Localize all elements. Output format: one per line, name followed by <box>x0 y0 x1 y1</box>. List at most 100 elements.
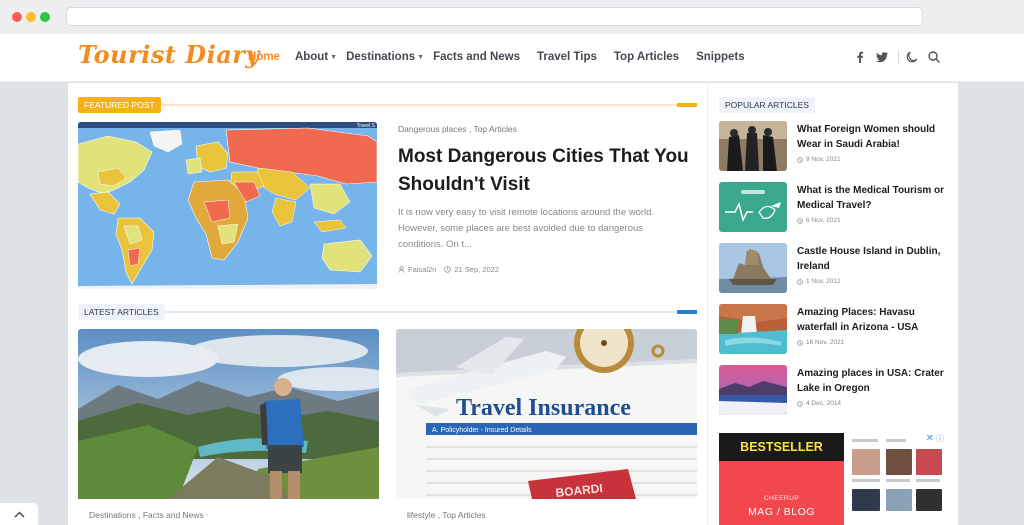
sidebar-advertisement[interactable]: BESTSELLER CHEERUP MAG / BLOG ⓘ ✕ <box>719 433 946 525</box>
popular-article-date-text: 16 Nov, 2021 <box>806 339 845 346</box>
site-logo[interactable]: Tourist Diary <box>78 40 260 69</box>
close-window-icon[interactable] <box>12 12 22 22</box>
clock-icon <box>797 400 803 407</box>
mountain-hiker-photo <box>78 329 379 499</box>
svg-text:A. Policyholder - Insured Deta: A. Policyholder - Insured Details <box>432 427 532 434</box>
ad-preview-photo <box>916 489 942 511</box>
popular-article-date-text: 6 Nov, 2021 <box>806 217 841 224</box>
ad-left-panel: BESTSELLER CHEERUP MAG / BLOG <box>719 433 844 525</box>
article-card-image[interactable] <box>78 329 379 499</box>
popular-article-thumbnail[interactable] <box>719 304 787 354</box>
ad-brand: CHEERUP <box>763 495 800 502</box>
svg-text:Travel.S: Travel.S <box>357 123 376 129</box>
popular-article-date: 6 Nov, 2021 <box>797 217 841 224</box>
popular-article-thumbnail[interactable] <box>719 243 787 293</box>
popular-article-date: 4 Dec, 2014 <box>797 400 841 407</box>
section-label: POPULAR ARTICLES <box>719 97 815 113</box>
clock-icon <box>797 217 803 224</box>
featured-post-image[interactable]: Travel.S <box>78 122 377 289</box>
article-card-tags[interactable]: Destinations , Facts and News <box>89 510 204 520</box>
popular-article-title[interactable]: Amazing places in USA: Crater Lake in Or… <box>797 366 949 396</box>
search-icon[interactable] <box>927 50 941 64</box>
header-divider <box>898 50 899 65</box>
clock-icon <box>797 278 803 285</box>
chevron-up-icon <box>14 511 24 517</box>
ad-preview-photo <box>852 489 880 511</box>
featured-post-title[interactable]: Most Dangerous Cities That You Shouldn't… <box>398 143 698 199</box>
site-header: Tourist Diary Home About ▼ Destinations ▼ … <box>0 34 1024 82</box>
popular-article-item[interactable]: Amazing Places: Havasu waterfall in Ariz… <box>719 304 949 356</box>
castle-island-photo <box>719 243 787 293</box>
popular-article-thumbnail[interactable] <box>719 121 787 171</box>
ad-preview-line <box>886 439 906 442</box>
nav-item-destinations[interactable]: Destinations ▼ <box>346 51 424 63</box>
post-date: 21 Sep, 2022 <box>454 265 499 274</box>
article-card[interactable]: Travel Insurance A. Policyholder - Insur… <box>396 329 697 525</box>
ad-tagline: MAG / BLOG <box>748 506 815 518</box>
ad-right-panel: ⓘ ✕ <box>846 433 946 525</box>
world-map-illustration: Travel.S <box>78 122 377 289</box>
ad-preview-line <box>916 479 940 482</box>
article-card[interactable]: Destinations , Facts and News <box>78 329 379 525</box>
article-card-image[interactable]: Travel Insurance A. Policyholder - Insur… <box>396 329 697 499</box>
twitter-icon[interactable] <box>875 50 889 64</box>
ad-close-icon[interactable]: ✕ <box>926 433 934 444</box>
popular-article-title[interactable]: Castle House Island in Dublin, Ireland <box>797 244 949 274</box>
popular-article-thumbnail[interactable] <box>719 365 787 415</box>
clock-icon <box>797 156 803 163</box>
ad-preview-photo <box>916 449 942 475</box>
clock-icon <box>444 266 452 273</box>
minimize-window-icon[interactable] <box>26 12 36 22</box>
nav-item-snippets[interactable]: Snippets <box>696 51 745 63</box>
scroll-to-top-button[interactable] <box>0 503 38 525</box>
popular-article-date-text: 1 Nov, 2012 <box>806 278 841 285</box>
section-rule <box>158 311 679 313</box>
browser-chrome <box>0 0 1024 34</box>
article-card-tags[interactable]: lifestyle , Top Articles <box>407 510 486 520</box>
medical-tourism-illustration <box>719 182 787 232</box>
post-author[interactable]: Faisal2n <box>408 265 436 274</box>
nav-item-label: Travel Tips <box>536 51 597 63</box>
ad-headline: BESTSELLER <box>719 433 844 461</box>
featured-post-tags[interactable]: Dangerous places , Top Articles <box>398 124 517 134</box>
main-nav: Home About ▼ Destinations ▼ Facts and News… <box>248 51 762 63</box>
popular-article-item[interactable]: What Foreign Women should Wear in Saudi … <box>719 121 949 173</box>
nav-item-about[interactable]: About ▼ <box>295 51 337 63</box>
popular-article-item[interactable]: Amazing places in USA: Crater Lake in Or… <box>719 365 949 417</box>
page-body: FEATURED POST Travel.S Dangerous places … <box>68 83 958 525</box>
clock-icon <box>797 339 803 346</box>
moon-icon[interactable] <box>905 50 919 64</box>
section-rule-cap <box>677 103 697 107</box>
address-bar[interactable] <box>66 7 923 26</box>
popular-article-date: 16 Nov, 2021 <box>797 339 844 346</box>
nav-item-travel-tips[interactable]: Travel Tips <box>537 51 597 63</box>
ad-preview-photo <box>886 449 912 475</box>
featured-section-header: FEATURED POST <box>78 97 697 113</box>
popular-article-thumbnail[interactable] <box>719 182 787 232</box>
user-icon <box>398 266 405 273</box>
popular-article-item[interactable]: Castle House Island in Dublin, Ireland 1… <box>719 243 949 295</box>
nav-item-facts-and-news[interactable]: Facts and News <box>433 51 520 63</box>
main-content: FEATURED POST Travel.S Dangerous places … <box>68 83 709 525</box>
popular-article-title[interactable]: What Foreign Women should Wear in Saudi … <box>797 122 949 152</box>
ad-info-icon[interactable]: ⓘ <box>936 434 945 443</box>
popular-article-date-text: 4 Dec, 2014 <box>806 400 842 407</box>
chevron-down-icon: ▼ <box>417 53 425 61</box>
maximize-window-icon[interactable] <box>40 12 50 22</box>
ad-preview-photo <box>852 449 880 475</box>
nav-item-label: About <box>294 51 329 63</box>
featured-post-excerpt: It is now very easy to visit remote loca… <box>398 207 655 250</box>
travel-insurance-photo: Travel Insurance A. Policyholder - Insur… <box>396 329 697 499</box>
nav-item-label: Home <box>248 51 280 63</box>
nav-item-top-articles[interactable]: Top Articles <box>614 51 679 63</box>
popular-article-title[interactable]: Amazing Places: Havasu waterfall in Ariz… <box>797 305 949 335</box>
popular-article-date-text: 9 Nov, 2021 <box>806 156 841 163</box>
popular-article-item[interactable]: What is the Medical Tourism or Medical T… <box>719 182 949 234</box>
chevron-down-icon: ▼ <box>330 53 338 61</box>
popular-article-date: 9 Nov, 2021 <box>797 156 841 163</box>
nav-item-home[interactable]: Home <box>248 51 280 63</box>
ad-preview-line <box>852 439 878 442</box>
section-label: FEATURED POST <box>78 97 161 113</box>
facebook-icon[interactable] <box>853 50 867 64</box>
popular-article-title[interactable]: What is the Medical Tourism or Medical T… <box>797 183 949 213</box>
